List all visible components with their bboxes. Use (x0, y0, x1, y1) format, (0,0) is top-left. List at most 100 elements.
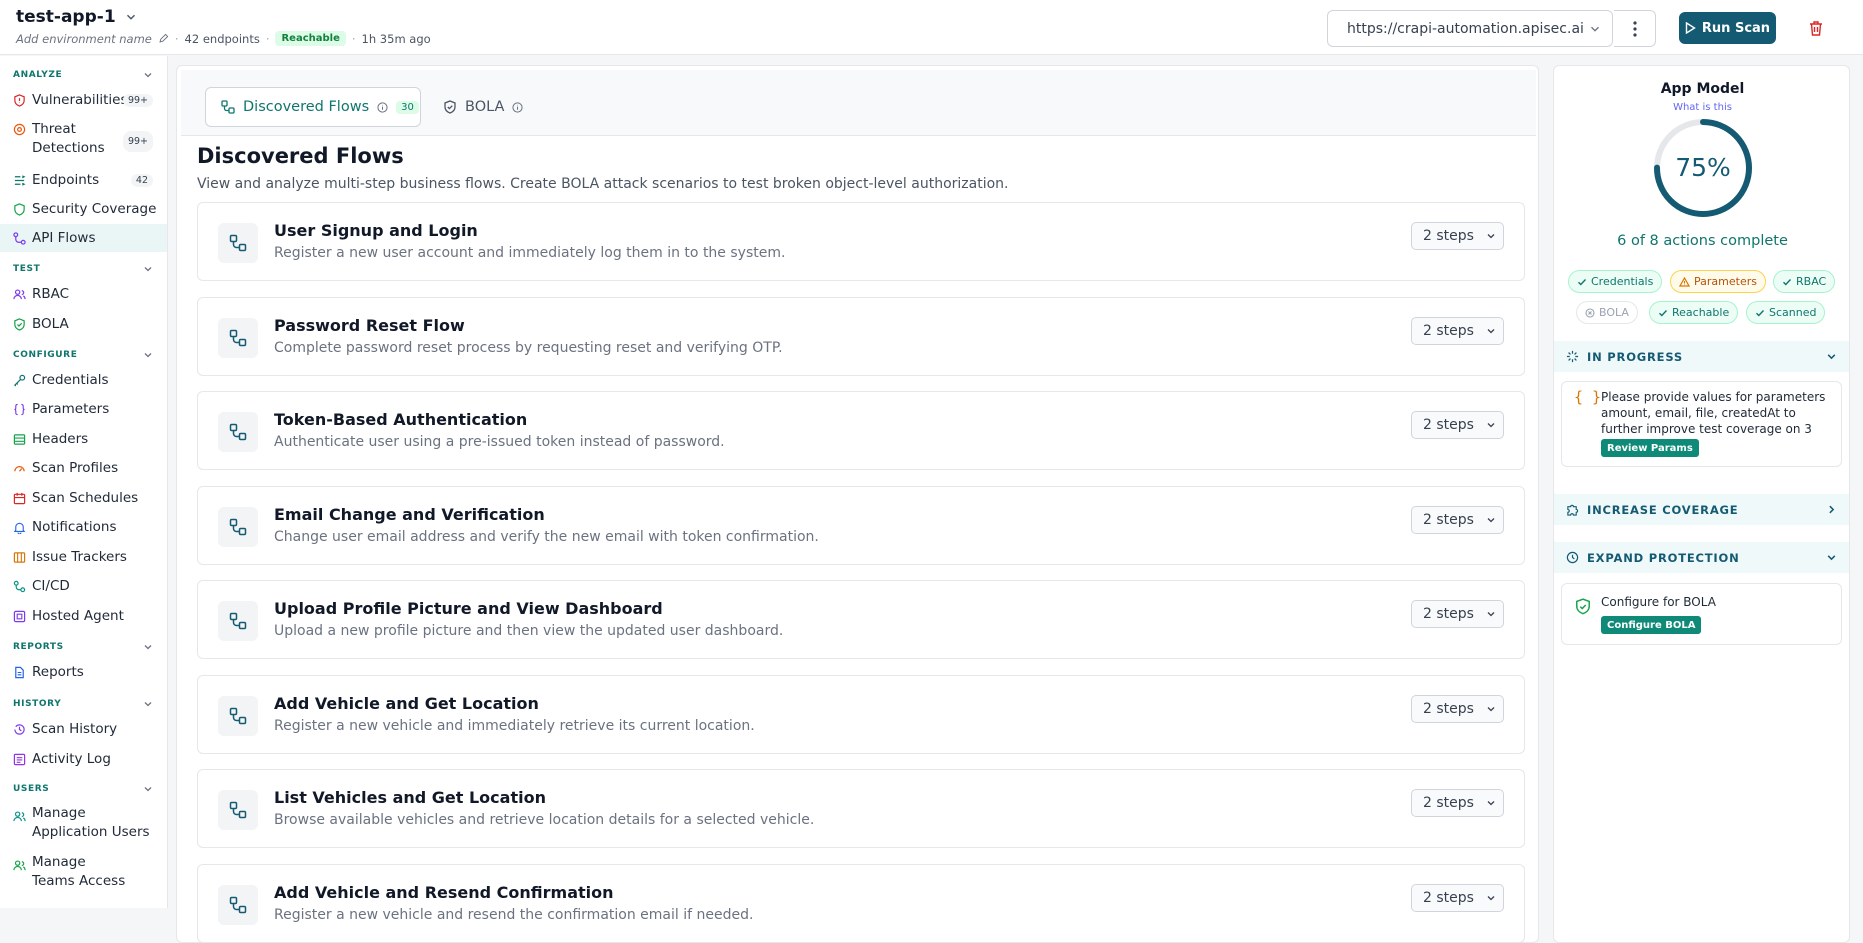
section-history[interactable]: HISTORY (13, 699, 153, 709)
flow-card[interactable]: Token-Based Authentication Authenticate … (197, 391, 1525, 470)
steps-dropdown[interactable]: 2 steps (1411, 883, 1504, 912)
chevron-down-icon (1487, 612, 1495, 617)
sidebar-item-credentials[interactable]: Credentials (0, 369, 167, 391)
gauge-icon (14, 465, 25, 472)
steps-dropdown[interactable]: 2 steps (1411, 694, 1504, 723)
warning-icon (1679, 276, 1690, 287)
flow-icon (229, 896, 247, 913)
sidebar-item-label: Threat Detections (32, 121, 105, 156)
section-analyze[interactable]: ANALYZE (13, 70, 153, 80)
steps-dropdown[interactable]: 2 steps (1411, 222, 1504, 250)
sidebar-item-issue-trackers[interactable]: Issue Trackers (0, 546, 167, 568)
chip-label: Scanned (1769, 306, 1817, 319)
separator-dot: · (265, 31, 270, 46)
sidebar-item-label: Scan Schedules (32, 490, 139, 506)
sidebar-item-notifications[interactable]: Notifications (0, 516, 167, 538)
sidebar-item-scan-profiles[interactable]: Scan Profiles (0, 457, 167, 479)
flow-title: Token-Based Authentication (274, 410, 528, 429)
more-options-button[interactable] (1614, 10, 1656, 47)
chip-bola[interactable]: BOLA (1576, 301, 1638, 324)
steps-dropdown[interactable]: 2 steps (1411, 316, 1504, 345)
chip-rbac[interactable]: RBAC (1773, 270, 1836, 293)
sidebar-item-scan-history[interactable]: Scan History (0, 718, 167, 740)
flow-card[interactable]: User Signup and Login Register a new use… (197, 202, 1525, 281)
environment-name[interactable]: Add environment name (16, 32, 152, 46)
chevron-down-icon (1487, 895, 1495, 900)
chip-label: RBAC (1796, 275, 1827, 288)
increase-coverage-section-header[interactable]: INCREASE COVERAGE (1554, 494, 1849, 525)
steps-dropdown[interactable]: 2 steps (1411, 411, 1504, 439)
expand-protection-section-header[interactable]: EXPAND PROTECTION (1554, 542, 1849, 573)
configure-bola-button[interactable]: Configure BOLA (1601, 616, 1702, 634)
flow-card[interactable]: Email Change and Verification Change use… (197, 485, 1525, 565)
chip-reachable[interactable]: Reachable (1649, 301, 1739, 324)
what-is-this-link[interactable]: What is this (1554, 102, 1851, 113)
steps-dropdown[interactable]: 2 steps (1411, 600, 1504, 628)
sidebar-item-api-flows[interactable]: API Flows (0, 224, 167, 252)
chevron-down-icon (1487, 517, 1495, 522)
tracker-icon (13, 551, 26, 563)
flow-icon-box (218, 790, 258, 830)
section-users[interactable]: USERS (13, 784, 153, 794)
endpoint-count: 42 endpoints (184, 31, 260, 46)
chip-parameters[interactable]: Parameters (1670, 270, 1766, 293)
sidebar-item-hosted-agent[interactable]: Hosted Agent (0, 605, 167, 627)
sidebar-item-label: Scan History (32, 721, 118, 737)
sidebar-item-security-coverage[interactable]: Security Coverage (0, 198, 167, 220)
run-scan-button[interactable]: Run Scan (1679, 12, 1776, 44)
tab-bar: Discovered Flows 30 BOLA (181, 70, 1536, 136)
check-icon (1659, 309, 1668, 317)
sidebar-item-rbac[interactable]: RBAC (0, 283, 167, 305)
pencil-icon[interactable] (158, 33, 169, 44)
flow-card[interactable]: Upload Profile Picture and View Dashboar… (197, 580, 1525, 659)
tab-bola[interactable]: BOLA (443, 87, 524, 127)
sidebar-item-manage-teams-access[interactable]: Manage Teams Access (0, 853, 167, 893)
chip-credentials[interactable]: Credentials (1568, 270, 1663, 293)
section-configure[interactable]: CONFIGURE (13, 350, 153, 360)
bell-icon (13, 522, 26, 534)
section-reports[interactable]: REPORTS (13, 642, 153, 652)
flow-card[interactable]: Add Vehicle and Get Location Register a … (197, 674, 1525, 754)
separator-dot: · (174, 31, 179, 46)
sidebar-item-ci-cd[interactable]: CI/CD (0, 575, 167, 597)
sidebar-item-activity-log[interactable]: Activity Log (0, 748, 167, 770)
chip-scanned[interactable]: Scanned (1746, 301, 1826, 324)
sidebar-item-endpoints[interactable]: Endpoints 42 (0, 169, 167, 191)
sidebar-item-vulnerabilities[interactable]: Vulnerabilities 99+ (0, 89, 167, 111)
sidebar-item-manage-application-users[interactable]: Manage Application Users (0, 804, 167, 844)
section-title: USERS (13, 784, 50, 794)
section-title: CONFIGURE (13, 350, 78, 360)
steps-label: 2 steps (1423, 795, 1474, 811)
sidebar-item-headers[interactable]: Headers (0, 428, 167, 450)
sidebar-item-label: Parameters (32, 401, 110, 417)
sidebar-item-threat-detections[interactable]: Threat Detections 99+ (0, 120, 167, 160)
steps-dropdown[interactable]: 2 steps (1411, 505, 1504, 534)
endpoints-icon (14, 174, 26, 186)
sidebar-item-reports[interactable]: Reports (0, 661, 167, 683)
flow-card[interactable]: Add Vehicle and Resend Confirmation Regi… (197, 863, 1525, 943)
sidebar-item-bola[interactable]: BOLA (0, 313, 167, 335)
chevron-down-icon (144, 702, 152, 707)
count-badge: 99+ (122, 93, 153, 107)
flow-card[interactable]: List Vehicles and Get Location Browse av… (197, 769, 1525, 848)
flow-card[interactable]: Password Reset Flow Complete password re… (197, 296, 1525, 376)
sidebar-item-scan-schedules[interactable]: Scan Schedules (0, 487, 167, 509)
steps-label: 2 steps (1423, 700, 1474, 717)
steps-dropdown[interactable]: 2 steps (1411, 789, 1504, 817)
delete-app-button[interactable] (1804, 16, 1828, 40)
section-title: REPORTS (13, 642, 64, 652)
sidebar-item-label: API Flows (32, 230, 96, 246)
flow-icon (229, 707, 247, 724)
play-icon (1685, 22, 1696, 34)
sidebar-item-parameters[interactable]: Parameters (0, 398, 167, 420)
section-test[interactable]: TEST (13, 264, 153, 274)
section-title: ANALYZE (13, 70, 63, 80)
app-selector[interactable]: test-app-1 (16, 7, 138, 27)
in-progress-section-header[interactable]: IN PROGRESS (1554, 341, 1849, 372)
radar-icon (13, 123, 26, 136)
steps-label: 2 steps (1423, 889, 1474, 906)
review-params-button[interactable]: Review Params (1601, 439, 1699, 457)
url-select[interactable]: https://crapi-automation.apisec.ai (1327, 10, 1613, 47)
flow-description: Authenticate user using a pre-issued tok… (274, 434, 725, 450)
tab-discovered-flows[interactable]: Discovered Flows 30 (205, 87, 421, 127)
